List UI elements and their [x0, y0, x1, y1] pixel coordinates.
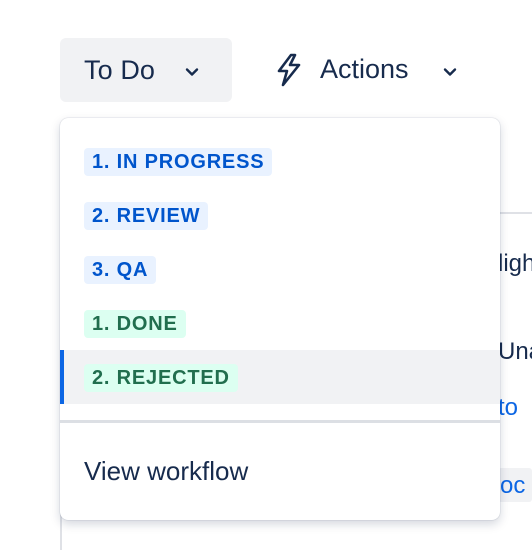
menu-item-done[interactable]: 1. DONE: [60, 296, 500, 350]
status-lozenge: 2. REJECTED: [84, 364, 238, 392]
status-button-label: To Do: [84, 54, 156, 85]
status-dropdown-button[interactable]: To Do: [60, 38, 232, 102]
menu-item-review[interactable]: 2. REVIEW: [60, 188, 500, 242]
menu-item-qa[interactable]: 3. QA: [60, 242, 500, 296]
lightning-bolt-icon: [272, 52, 306, 93]
background-divider: [500, 212, 532, 214]
background-chip-text: oc: [500, 472, 526, 499]
background-chip[interactable]: oc: [498, 468, 532, 502]
actions-dropdown-button[interactable]: Actions: [258, 38, 474, 102]
background-text: Una: [498, 338, 532, 365]
status-lozenge: 1. IN PROGRESS: [84, 148, 273, 176]
view-workflow-link[interactable]: View workflow: [60, 444, 500, 500]
status-lozenge: 2. REVIEW: [84, 202, 209, 230]
menu-item-in-progress[interactable]: 1. IN PROGRESS: [60, 134, 500, 188]
background-text: ligh: [498, 250, 532, 277]
view-workflow-label: View workflow: [84, 456, 249, 486]
menu-divider: [60, 420, 500, 423]
status-lozenge: 1. DONE: [84, 310, 186, 338]
menu-item-rejected[interactable]: 2. REJECTED: [60, 350, 500, 404]
status-transition-menu: 1. IN PROGRESS 2. REVIEW 3. QA 1. DONE 2…: [60, 118, 500, 520]
actions-button-label: Actions: [320, 54, 409, 84]
background-link[interactable]: to: [498, 394, 532, 422]
chevron-down-icon: [184, 64, 200, 85]
chevron-down-icon: [442, 64, 458, 85]
status-lozenge: 3. QA: [84, 256, 157, 284]
